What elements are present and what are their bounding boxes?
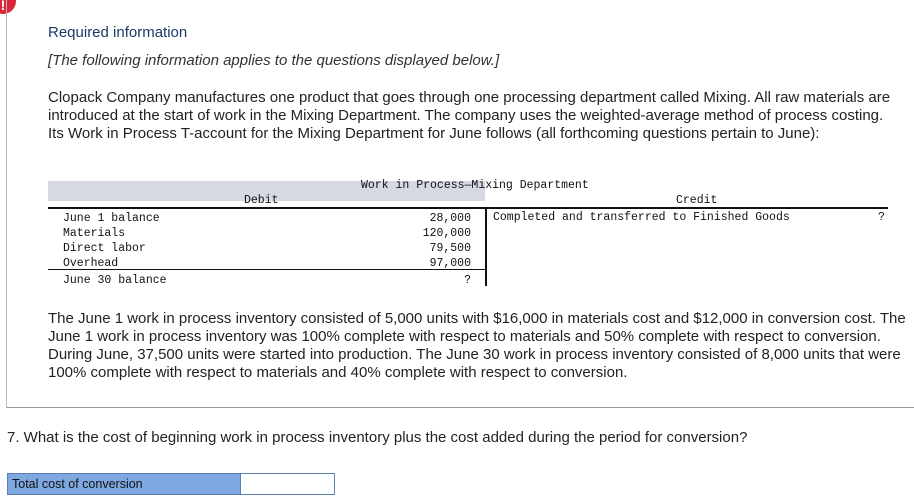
required-information-heading: Required information (48, 24, 188, 41)
t-account-horizontal-rule (48, 207, 888, 209)
ending-balance-label: June 30 balance (63, 274, 167, 287)
credit-label: Credit (676, 194, 718, 207)
t-account-title: Work in Process—Mixing Department (361, 179, 589, 192)
credit-row-label: Completed and transferred to Finished Go… (493, 211, 790, 224)
debit-row-amount: 120,000 (422, 227, 471, 240)
t-account: Work in Process—Mixing Department Debit … (48, 178, 894, 288)
debit-row-amount: 79,500 (429, 242, 471, 255)
question-text: 7. What is the cost of beginning work in… (7, 429, 748, 446)
details-paragraph: The June 1 work in process inventory con… (48, 310, 906, 381)
instructions-note: [The following information applies to th… (48, 52, 500, 69)
debit-row-label: Direct labor (63, 242, 146, 255)
answer-row: Total cost of conversion (7, 473, 335, 495)
balance-rule (48, 269, 485, 270)
t-account-vertical-rule (485, 207, 487, 286)
total-cost-of-conversion-input[interactable] (240, 474, 334, 494)
debit-row-label: Materials (63, 227, 126, 240)
intro-paragraph: Clopack Company manufactures one product… (48, 89, 891, 142)
debit-row-amount: 28,000 (429, 212, 471, 225)
credit-row-amount: ? (878, 211, 885, 224)
debit-row-label: June 1 balance (63, 212, 160, 225)
answer-label: Total cost of conversion (8, 474, 240, 494)
debit-label: Debit (244, 194, 279, 207)
ending-balance-amount: ? (464, 274, 471, 287)
